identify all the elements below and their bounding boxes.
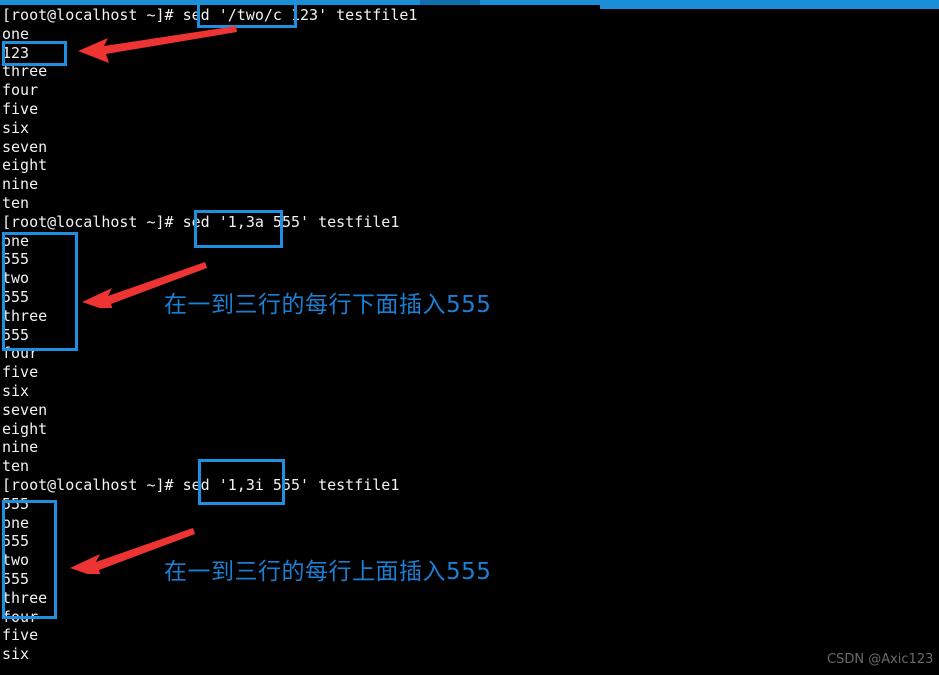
terminal-line: eight [2,419,48,438]
terminal-line: three [2,588,48,607]
terminal-line: six [2,118,30,137]
terminal-line: five [2,363,39,382]
terminal-line: ten [2,457,30,476]
terminal-line: [root@localhost ~]# sed '1,3a 555' testf… [2,212,400,231]
terminal-line: nine [2,175,39,194]
terminal-line: one [2,513,30,532]
watermark: CSDN @Axic123 [827,652,934,667]
terminal-line: five [2,626,39,645]
terminal-line: three [2,62,48,81]
terminal-line: four [2,344,39,363]
terminal-line: 555 [2,494,30,513]
terminal-line: seven [2,400,48,419]
terminal-line: four [2,607,39,626]
annotation-caption-append: 在一到三行的每行下面插入555 [164,292,492,318]
terminal-line: nine [2,438,39,457]
terminal-line: 555 [2,532,30,551]
terminal-line: six [2,645,30,664]
terminal-line: five [2,99,39,118]
terminal-line: four [2,81,39,100]
terminal-line: eight [2,156,48,175]
terminal-line: seven [2,137,48,156]
terminal-line: ten [2,193,30,212]
terminal-line: 123 [2,43,30,62]
terminal-line: 555 [2,250,30,269]
terminal-line: 555 [2,325,30,344]
terminal-line: [root@localhost ~]# sed '1,3i 555' testf… [2,475,400,494]
terminal-line: six [2,381,30,400]
terminal-line: one [2,231,30,250]
annotation-caption-insert: 在一到三行的每行上面插入555 [164,559,492,585]
terminal-line: [root@localhost ~]# sed '/two/c 123' tes… [2,6,418,24]
terminal-line: one [2,24,30,43]
terminal-window: [root@localhost ~]# sed '/two/c 123' tes… [0,0,939,675]
